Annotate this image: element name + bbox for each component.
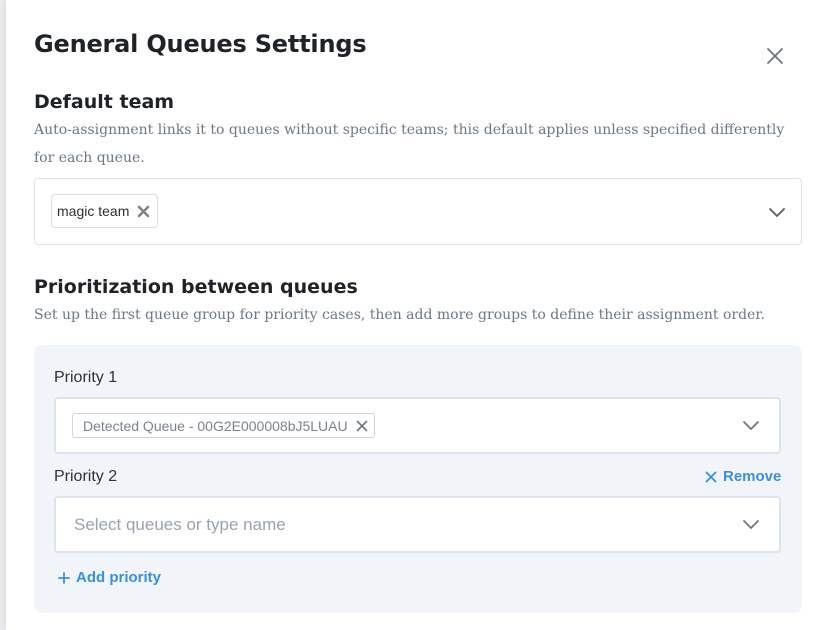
queue-chip-remove-button[interactable]: [356, 420, 368, 432]
chip-remove-icon: [138, 205, 150, 217]
close-button[interactable]: [763, 44, 787, 68]
remove-label: Remove: [723, 468, 782, 485]
priority-2-placeholder: Select queues or type name: [74, 515, 286, 534]
plus-icon: [58, 571, 70, 584]
settings-modal: General Queues Settings Default team Aut…: [6, 0, 832, 630]
queue-chip-label: Detected Queue - 00G2E000008bJ5LUAU: [83, 417, 348, 434]
default-team-select[interactable]: magic team: [34, 178, 802, 245]
modal-title: General Queues Settings: [34, 30, 367, 58]
chevron-down-icon[interactable]: [768, 207, 786, 219]
default-team-heading: Default team: [34, 91, 175, 113]
prioritization-description: Set up the first queue group for priorit…: [34, 307, 765, 323]
team-chip: magic team: [51, 194, 159, 228]
prioritization-heading: Prioritization between queues: [34, 276, 358, 298]
team-chip-remove-button[interactable]: [137, 205, 150, 218]
priority-groups-panel: Priority 1 Detected Queue - 00G2E000008b…: [34, 345, 802, 613]
priority-2-select[interactable]: Select queues or type name: [54, 496, 781, 553]
close-icon: [705, 471, 717, 482]
priority-2-label: Priority 2: [54, 468, 118, 485]
queue-chip: Detected Queue - 00G2E000008bJ5LUAU: [72, 413, 375, 438]
default-team-description: Auto-assignment links it to queues witho…: [34, 122, 785, 166]
priority-1-label: Priority 1: [54, 369, 118, 386]
chevron-down-icon[interactable]: [742, 519, 760, 531]
priority-1-select[interactable]: Detected Queue - 00G2E000008bJ5LUAU: [54, 397, 781, 454]
add-priority-label: Add priority: [76, 569, 161, 586]
close-icon: [767, 48, 783, 64]
remove-priority-button[interactable]: Remove: [705, 468, 781, 485]
chip-remove-icon: [356, 420, 367, 431]
chevron-down-icon[interactable]: [742, 420, 760, 432]
team-chip-label: magic team: [57, 203, 130, 219]
add-priority-button[interactable]: Add priority: [58, 569, 161, 586]
